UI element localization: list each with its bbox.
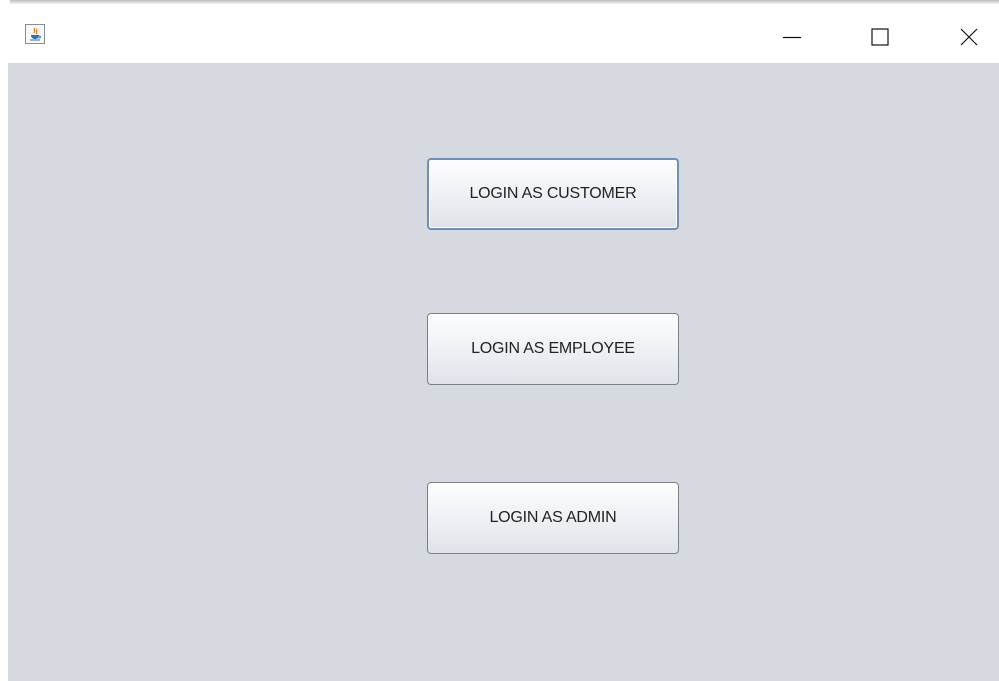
title-bar[interactable]	[8, 5, 999, 63]
minimize-icon	[783, 36, 801, 39]
close-button[interactable]	[947, 14, 991, 60]
close-icon	[960, 28, 978, 46]
maximize-icon	[871, 28, 889, 46]
java-icon	[25, 24, 45, 44]
maximize-button[interactable]	[858, 14, 902, 60]
application-window: LOGIN AS CUSTOMER LOGIN AS EMPLOYEE LOGI…	[0, 0, 999, 681]
login-as-admin-button[interactable]: LOGIN AS ADMIN	[427, 482, 679, 554]
minimize-button[interactable]	[770, 14, 814, 60]
login-as-customer-button[interactable]: LOGIN AS CUSTOMER	[427, 158, 679, 230]
login-as-employee-button[interactable]: LOGIN AS EMPLOYEE	[427, 313, 679, 385]
login-panel: LOGIN AS CUSTOMER LOGIN AS EMPLOYEE LOGI…	[8, 63, 999, 681]
window-top-edge	[10, 0, 999, 4]
